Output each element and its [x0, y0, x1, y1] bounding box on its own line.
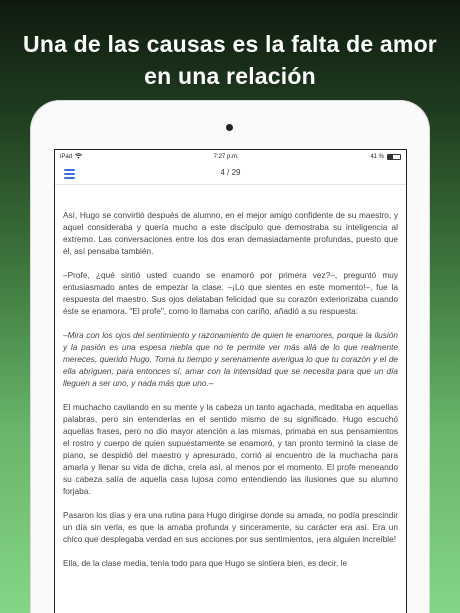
promo-headline: Una de las causas es la falta de amor en… [0, 28, 460, 92]
battery-percent: 41 % [370, 154, 384, 160]
headline-line-1: Una de las causas es la falta de amor [23, 31, 437, 57]
paragraph: Ella, de la clase media, tenía todo para… [63, 558, 348, 568]
headline-line-2: en una relación [144, 63, 316, 89]
paragraph: Pasaron los días y era una rutina para H… [63, 510, 398, 544]
book-text[interactable]: Así, Hugo se convirtió después de alumno… [55, 185, 406, 569]
battery-icon [387, 154, 401, 160]
front-camera [226, 124, 233, 131]
paragraph: El muchacho cavilando en su mente y la c… [63, 402, 398, 496]
page-indicator: 4 / 29 [220, 168, 241, 177]
ipad-device-frame: iPad 7:27 p.m. 41 % 4 / 29 Así, Hugo se … [30, 100, 430, 613]
status-time: 7:27 p.m. [213, 154, 239, 160]
reader-toolbar: 4 / 29 [55, 164, 406, 185]
battery-level-fill [388, 155, 393, 159]
status-bar: iPad 7:27 p.m. 41 % [55, 150, 406, 164]
wifi-icon [74, 153, 83, 161]
paragraph: –Profe, ¿qué sintió usted cuando se enam… [63, 270, 398, 316]
device-label: iPad [60, 154, 73, 160]
paragraph-italic: –Mira con los ojos del sentimiento y raz… [63, 330, 398, 388]
paragraph: Así, Hugo se convirtió después de alumno… [63, 210, 398, 256]
device-screen: iPad 7:27 p.m. 41 % 4 / 29 Así, Hugo se … [54, 149, 407, 613]
